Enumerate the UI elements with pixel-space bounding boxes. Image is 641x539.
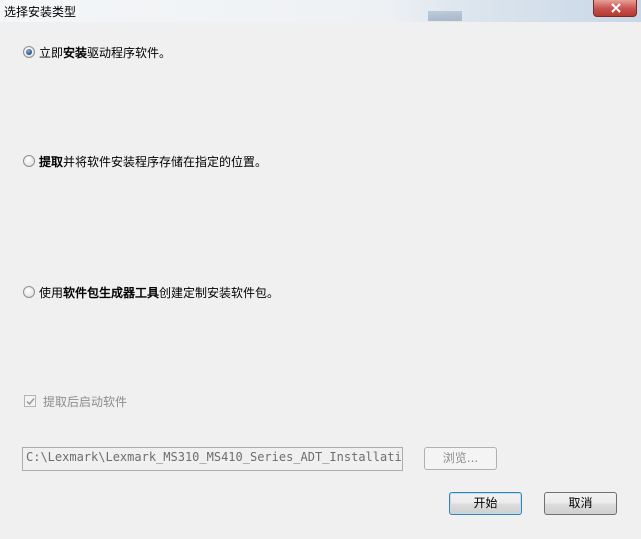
install-path-input[interactable]: C:\Lexmark\Lexmark_MS310_MS410_Series_AD… — [22, 447, 403, 471]
option-package-builder-label: 使用软件包生成器工具创建定制安装软件包。 — [39, 285, 280, 300]
checkmark-icon — [26, 398, 35, 406]
background-thumbnail — [428, 11, 462, 21]
launch-after-extract-label: 提取后启动软件 — [43, 394, 128, 409]
option-extract-label: 提取并将软件安装程序存储在指定的位置。 — [39, 154, 268, 169]
close-icon — [611, 3, 621, 13]
option-install-now-label: 立即安装驱动程序软件。 — [39, 45, 172, 60]
radio-install-now[interactable] — [23, 46, 35, 58]
cancel-button[interactable]: 取消 — [544, 492, 617, 515]
browse-button[interactable]: 浏览... — [424, 447, 497, 470]
window-title: 选择安装类型 — [4, 5, 77, 19]
close-button[interactable] — [593, 0, 637, 17]
launch-after-extract-checkbox[interactable] — [24, 395, 36, 407]
radio-package-builder[interactable] — [23, 286, 35, 298]
radio-extract[interactable] — [23, 155, 35, 167]
start-button[interactable]: 开始 — [449, 492, 522, 515]
option-extract[interactable]: 提取并将软件安装程序存储在指定的位置。 — [23, 153, 267, 169]
option-install-now[interactable]: 立即安装驱动程序软件。 — [23, 44, 171, 60]
title-bar[interactable]: 选择安装类型 — [0, 0, 641, 22]
launch-after-extract-option[interactable]: 提取后启动软件 — [24, 393, 127, 409]
option-package-builder[interactable]: 使用软件包生成器工具创建定制安装软件包。 — [23, 284, 279, 300]
